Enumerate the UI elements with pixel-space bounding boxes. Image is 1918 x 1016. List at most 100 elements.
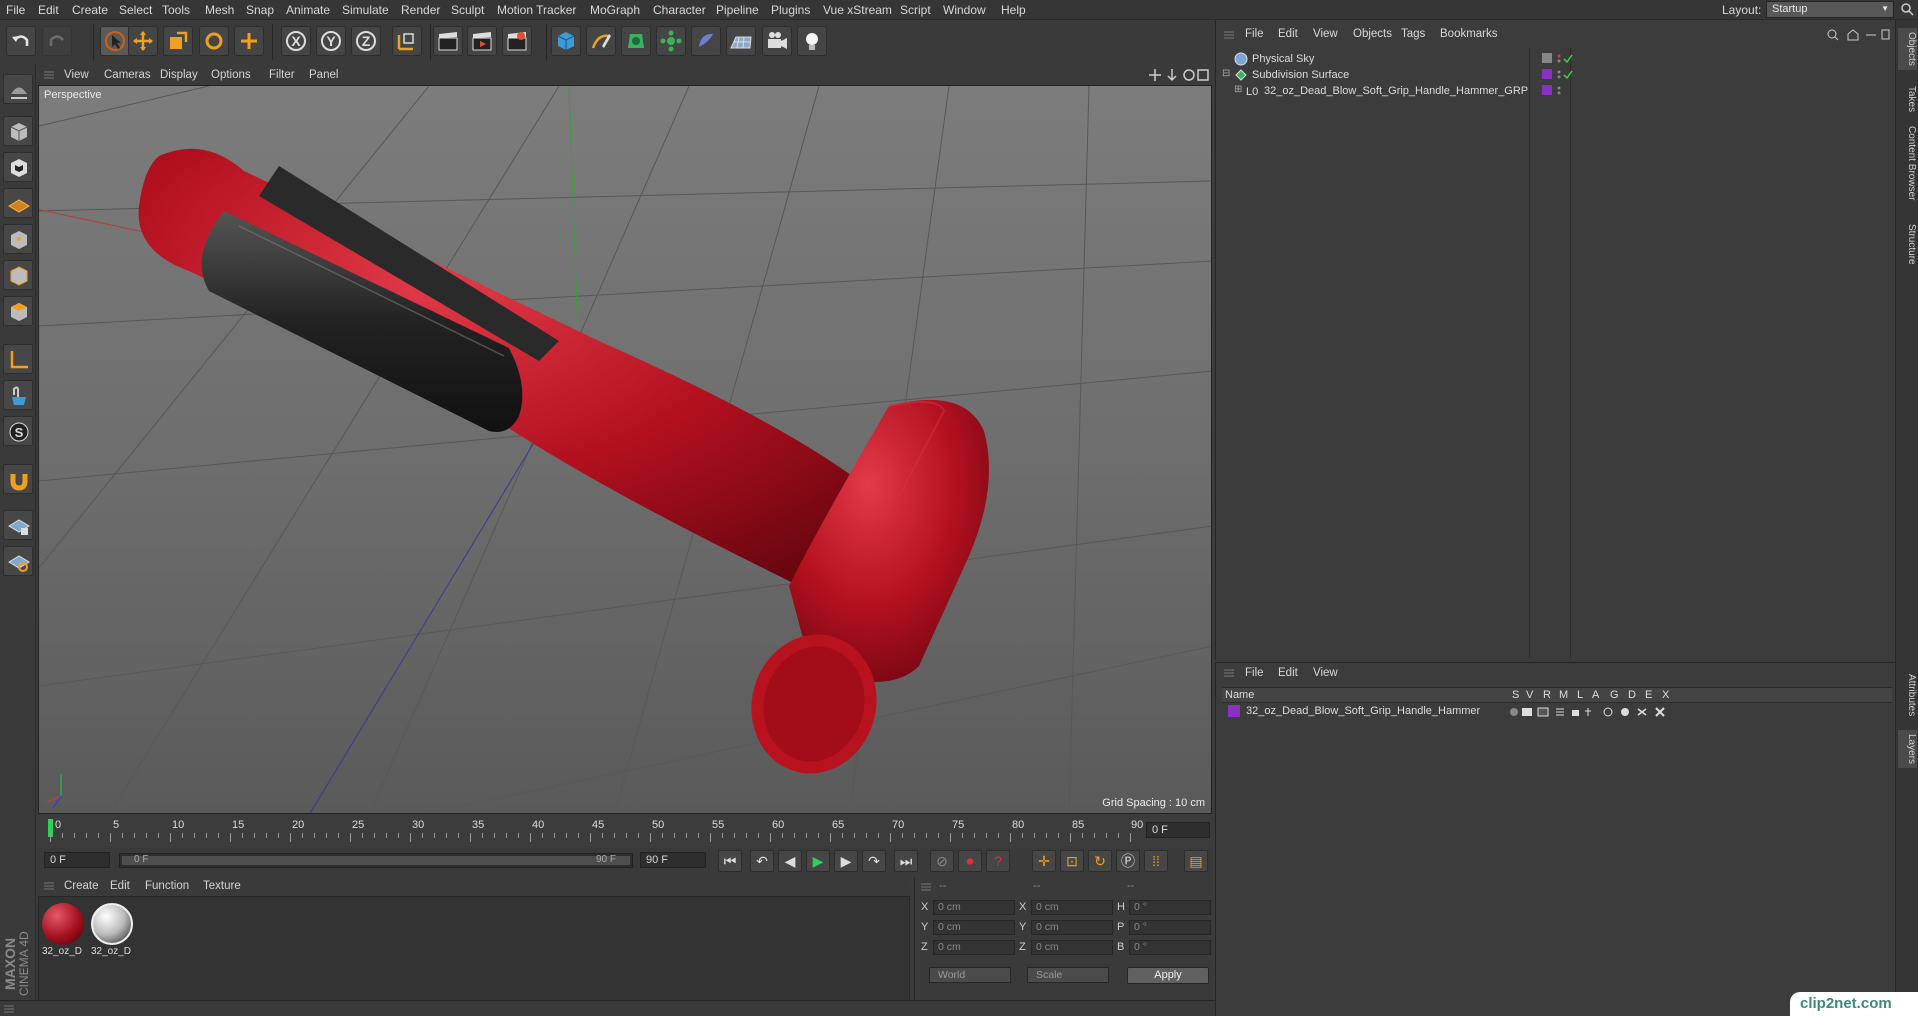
z-axis-button[interactable]: Z — [351, 26, 381, 56]
layer-menu-edit[interactable]: Edit — [1278, 667, 1298, 679]
floor-button[interactable] — [726, 26, 756, 56]
material-thumbnail[interactable]: 32_oz_D — [91, 903, 135, 963]
object-tags[interactable] — [1542, 85, 1578, 97]
record-point-level-button[interactable]: ⁞⁞ — [1144, 850, 1168, 872]
object-menu-edit[interactable]: Edit — [1278, 28, 1298, 40]
record-scale-button[interactable]: ⊡ — [1060, 850, 1084, 872]
play-button[interactable]: ▶ — [806, 850, 830, 872]
collapse-icon[interactable]: ⊟ — [1222, 68, 1230, 79]
next-key-button[interactable]: ↷ — [862, 850, 886, 872]
search-icon[interactable] — [1900, 2, 1914, 16]
previous-key-button[interactable]: ↶ — [750, 850, 774, 872]
layer-row[interactable]: 32_oz_Dead_Blow_Soft_Grip_Handle_Hammer — [1222, 704, 1892, 720]
layer-menu-file[interactable]: File — [1245, 667, 1264, 679]
camera-button[interactable] — [762, 26, 792, 56]
scale-tool-button[interactable] — [163, 26, 193, 56]
rotate-tool-button[interactable] — [199, 26, 229, 56]
viewport-menu-panel[interactable]: Panel — [309, 69, 338, 81]
layer-menu-view[interactable]: View — [1313, 667, 1338, 679]
object-row-hammer-group[interactable]: ⊞ L0 32_oz_Dead_Blow_Soft_Grip_Handle_Ha… — [1222, 82, 1894, 100]
menu-tools[interactable]: Tools — [162, 3, 190, 17]
menu-pipeline[interactable]: Pipeline — [716, 3, 759, 17]
spline-pen-button[interactable] — [586, 26, 616, 56]
rot-p-field[interactable]: 0 ° — [1129, 920, 1211, 935]
object-manager-tools[interactable] — [1826, 27, 1890, 43]
size-x-field[interactable]: 0 cm — [1031, 900, 1113, 915]
perspective-viewport[interactable]: Perspective Grid Spacing : 10 cm — [38, 85, 1212, 814]
previous-frame-button[interactable]: ◀ — [778, 850, 802, 872]
menu-simulate[interactable]: Simulate — [342, 3, 389, 17]
layer-color-swatch[interactable] — [1228, 705, 1240, 717]
layout-select[interactable]: Startup ▼ — [1766, 1, 1894, 18]
deformer-button[interactable] — [691, 26, 721, 56]
menu-vue-xstream[interactable]: Vue xStream — [823, 3, 892, 17]
lock-workplane-button[interactable] — [3, 510, 33, 540]
workplane-mode-button[interactable] — [3, 188, 33, 218]
menu-file[interactable]: File — [6, 3, 25, 17]
tab-takes[interactable]: Takes — [1898, 82, 1917, 116]
column-animation[interactable]: A — [1592, 689, 1599, 701]
size-y-field[interactable]: 0 cm — [1031, 920, 1113, 935]
record-keys-button[interactable]: ⊘ — [930, 850, 954, 872]
size-mode-select[interactable]: Scale — [1027, 967, 1109, 983]
pos-x-field[interactable]: 0 cm — [933, 900, 1015, 915]
viewport-menu-filter[interactable]: Filter — [269, 69, 295, 81]
move-tool-button[interactable] — [128, 26, 158, 56]
column-manager[interactable]: M — [1559, 689, 1568, 701]
planar-workplane-button[interactable] — [3, 546, 33, 576]
column-deformers[interactable]: D — [1628, 689, 1636, 701]
menu-animate[interactable]: Animate — [286, 3, 330, 17]
polygons-mode-button[interactable] — [3, 296, 33, 326]
object-tags[interactable] — [1542, 69, 1578, 81]
tab-attributes[interactable]: Attributes — [1898, 670, 1917, 720]
tweak-mode-button[interactable] — [3, 380, 33, 410]
light-button[interactable] — [797, 26, 827, 56]
menu-script[interactable]: Script — [900, 3, 931, 17]
go-to-start-button[interactable]: ⏮ — [718, 850, 742, 872]
cube-primitive-button[interactable] — [551, 26, 581, 56]
menu-plugins[interactable]: Plugins — [771, 3, 810, 17]
render-view-button[interactable] — [433, 26, 463, 56]
texture-mode-button[interactable] — [3, 152, 33, 182]
nurbs-button[interactable] — [621, 26, 651, 56]
column-solo[interactable]: S — [1512, 689, 1519, 701]
material-menu-edit[interactable]: Edit — [110, 880, 130, 892]
timeline-ruler[interactable]: 0 5 10 15 20 25 30 35 40 45 50 55 60 65 … — [38, 815, 1212, 847]
pos-z-field[interactable]: 0 cm — [933, 940, 1015, 955]
tab-structure[interactable]: Structure — [1898, 220, 1917, 269]
menu-character[interactable]: Character — [653, 3, 706, 17]
points-mode-button[interactable] — [3, 224, 33, 254]
edges-mode-button[interactable] — [3, 260, 33, 290]
menu-help[interactable]: Help — [1001, 3, 1026, 17]
tab-objects[interactable]: Objects — [1898, 28, 1917, 70]
size-z-field[interactable]: 0 cm — [1031, 940, 1113, 955]
keyframe-selection-button[interactable]: ? — [986, 850, 1010, 872]
menu-render[interactable]: Render — [401, 3, 440, 17]
x-axis-button[interactable]: X — [281, 26, 311, 56]
undo-button[interactable] — [6, 26, 36, 56]
y-axis-button[interactable]: Y — [316, 26, 346, 56]
apply-button[interactable]: Apply — [1127, 967, 1209, 984]
menu-sculpt[interactable]: Sculpt — [451, 3, 484, 17]
render-settings-button[interactable] — [502, 26, 532, 56]
end-frame-field[interactable]: 90 F — [640, 852, 706, 868]
next-frame-button[interactable]: ▶ — [834, 850, 858, 872]
preview-range-slider[interactable]: 0 F 90 F — [119, 853, 633, 868]
viewport-menu-display[interactable]: Display — [160, 69, 198, 81]
material-menu-texture[interactable]: Texture — [203, 880, 241, 892]
array-button[interactable] — [656, 26, 686, 56]
object-menu-objects[interactable]: Objects — [1353, 28, 1392, 40]
select-tool-button[interactable] — [100, 26, 130, 56]
go-to-end-button[interactable]: ⏭ — [894, 850, 918, 872]
rot-b-field[interactable]: 0 ° — [1129, 940, 1211, 955]
timeline-window-button[interactable]: ▤ — [1184, 850, 1208, 872]
menu-window[interactable]: Window — [943, 3, 986, 17]
start-frame-field[interactable]: 0 F — [44, 852, 110, 868]
redo-button[interactable] — [42, 26, 72, 56]
menu-edit[interactable]: Edit — [38, 3, 59, 17]
viewport-menu-view[interactable]: View — [64, 69, 89, 81]
object-menu-file[interactable]: File — [1245, 28, 1264, 40]
make-editable-button[interactable] — [3, 74, 33, 104]
menu-mograph[interactable]: MoGraph — [590, 3, 640, 17]
column-generators[interactable]: G — [1610, 689, 1619, 701]
